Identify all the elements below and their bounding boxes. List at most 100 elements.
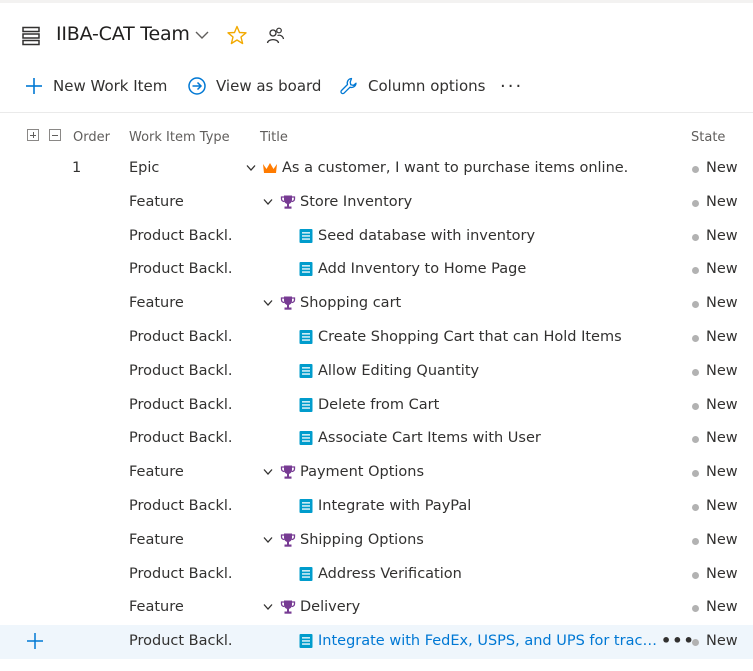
backlog-item-icon [298, 498, 314, 514]
table-row[interactable]: Feature Shopping cart New [0, 287, 753, 321]
row-title-link[interactable]: Delete from Cart [318, 397, 439, 413]
trophy-icon [280, 464, 296, 480]
row-title-link[interactable]: Address Verification [318, 566, 462, 582]
top-border [0, 0, 753, 3]
row-state[interactable]: New [706, 261, 738, 277]
row-work-item-type: Feature [129, 193, 184, 210]
row-work-item-type: Product Backl... [129, 396, 233, 413]
table-row[interactable]: Product Backl... Delete from Cart New [0, 389, 753, 423]
row-work-item-type: Epic [129, 160, 160, 176]
row-work-item-type: Product Backl... [129, 362, 233, 379]
row-work-item-type: Feature [129, 531, 184, 548]
row-title-link[interactable]: Allow Editing Quantity [318, 363, 479, 379]
chevron-down-icon[interactable] [263, 536, 273, 544]
table-row[interactable]: Product Backl... Add Inventory to Home Pa… [0, 253, 753, 287]
table-row[interactable]: Feature Store Inventory New [0, 186, 753, 220]
row-title-link[interactable]: Delivery [300, 599, 360, 615]
trophy-icon [280, 532, 296, 548]
table-row[interactable]: Product Backl... Associate Cart Items wit… [0, 422, 753, 456]
table-row[interactable]: Product Backl... Allow Editing Quantity Ne… [0, 355, 753, 389]
table-row[interactable]: Feature Payment Options New [0, 456, 753, 490]
chevron-down-icon[interactable] [263, 198, 273, 206]
view-as-board-button[interactable]: View as board [187, 72, 321, 100]
row-title-link[interactable]: Integrate with PayPal [318, 498, 471, 514]
chevron-down-icon[interactable] [263, 299, 273, 307]
row-state[interactable]: New [706, 498, 738, 514]
row-title-link[interactable]: Associate Cart Items with User [318, 430, 541, 446]
column-header-state[interactable]: State [691, 130, 725, 145]
row-state[interactable]: New [706, 532, 738, 548]
row-title-link[interactable]: As a customer, I want to purchase items … [282, 160, 628, 176]
row-state[interactable]: New [706, 329, 738, 345]
view-as-board-label: View as board [216, 77, 322, 95]
add-child-plus-icon[interactable] [26, 632, 44, 650]
favorite-star-icon[interactable] [227, 25, 247, 45]
state-dot-icon [692, 537, 699, 545]
row-title-link[interactable]: Integrate with FedEx, USPS, and UPS for … [318, 633, 658, 649]
chevron-down-icon[interactable] [263, 603, 273, 611]
state-dot-icon [692, 402, 699, 410]
backlog-item-icon [298, 363, 314, 379]
row-work-item-type: Product Backl... [129, 430, 233, 447]
row-state[interactable]: New [706, 430, 738, 446]
backlog-item-icon [298, 329, 314, 345]
row-state[interactable]: New [706, 464, 738, 480]
row-work-item-type: Feature [129, 464, 184, 481]
new-work-item-label: New Work Item [53, 77, 168, 95]
state-dot-icon [692, 368, 699, 376]
expand-all-icon[interactable] [27, 129, 39, 141]
row-work-item-type: Feature [129, 295, 184, 312]
plus-icon [26, 78, 42, 94]
state-dot-icon [692, 470, 699, 478]
team-name-title[interactable]: IIBA-CAT Team [56, 23, 190, 45]
row-title-link[interactable]: Shopping cart [300, 295, 401, 311]
arrow-circle-icon [188, 77, 206, 95]
row-state[interactable]: New [706, 228, 738, 244]
collapse-all-icon[interactable] [49, 129, 61, 141]
table-row[interactable]: 1 Epic As a customer, I want to purchase i… [0, 152, 753, 186]
row-state[interactable]: New [706, 160, 738, 176]
row-title-link[interactable]: Payment Options [300, 464, 424, 480]
wrench-icon [340, 77, 357, 95]
chevron-down-icon[interactable] [263, 468, 273, 476]
row-state[interactable]: New [706, 633, 738, 649]
column-options-label: Column options [368, 77, 486, 95]
column-options-button[interactable]: Column options [339, 72, 485, 100]
team-members-icon[interactable] [265, 26, 285, 46]
row-title-link[interactable]: Shipping Options [300, 532, 424, 548]
table-row[interactable]: Product Backl... Seed database with inven… [0, 220, 753, 254]
toolbar: New Work Item View as board Column optio… [0, 72, 753, 100]
table-row[interactable]: Feature Delivery New [0, 591, 753, 625]
state-dot-icon [692, 503, 699, 511]
table-row[interactable]: Product Backl... Integrate with FedEx, US… [0, 625, 753, 659]
row-title-link[interactable]: Add Inventory to Home Page [318, 261, 526, 277]
row-state[interactable]: New [706, 363, 738, 379]
column-header-title[interactable]: Title [260, 130, 288, 145]
backlog-rows: 1 Epic As a customer, I want to purchase i… [0, 152, 753, 659]
row-title-link[interactable]: Store Inventory [300, 194, 412, 210]
table-row[interactable]: Feature Shipping Options New [0, 524, 753, 558]
row-state[interactable]: New [706, 397, 738, 413]
column-header-order[interactable]: Order [73, 130, 110, 145]
backlog-item-icon [298, 397, 314, 413]
row-state[interactable]: New [706, 194, 738, 210]
row-title-link[interactable]: Create Shopping Cart that can Hold Items [318, 329, 622, 345]
column-header-type[interactable]: Work Item Type [129, 130, 230, 145]
chevron-down-icon[interactable] [246, 164, 256, 172]
table-row[interactable]: Product Backl... Integrate with PayPal New [0, 490, 753, 524]
table-row[interactable]: Product Backl... Address Verification New [0, 558, 753, 592]
row-work-item-type: Product Backl... [129, 497, 233, 514]
backlog-icon [22, 26, 40, 46]
row-state[interactable]: New [706, 295, 738, 311]
new-work-item-button[interactable]: New Work Item [24, 72, 167, 100]
trophy-icon [280, 295, 296, 311]
row-title-link[interactable]: Seed database with inventory [318, 228, 535, 244]
chevron-down-icon[interactable] [195, 30, 209, 40]
row-more-actions-button[interactable]: ••• [661, 631, 695, 650]
state-dot-icon [692, 199, 699, 207]
more-actions-button[interactable]: ··· [500, 72, 523, 100]
row-state[interactable]: New [706, 566, 738, 582]
row-state[interactable]: New [706, 599, 738, 615]
state-dot-icon [692, 334, 699, 342]
table-row[interactable]: Product Backl... Create Shopping Cart tha… [0, 321, 753, 355]
